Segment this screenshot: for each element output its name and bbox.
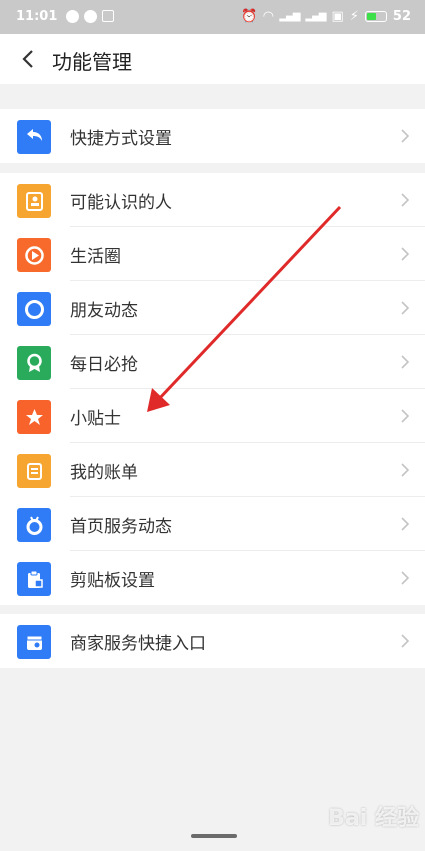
list-item[interactable]: 快捷方式设置 [0, 109, 425, 163]
list-item-label: 我的账单 [70, 463, 138, 483]
list-item[interactable]: 我的账单 [0, 443, 425, 497]
page-title: 功能管理 [52, 50, 132, 74]
chevron-right-icon [401, 129, 410, 143]
battery-percent: 52 [392, 9, 411, 24]
tips-icon [17, 400, 51, 434]
image-icon [102, 10, 114, 22]
notification-icons [66, 10, 114, 23]
chevron-right-icon [401, 193, 410, 207]
alarm-icon: ⏰ [241, 9, 258, 24]
chevron-right-icon [401, 517, 410, 531]
header: 功能管理 [0, 34, 425, 84]
daily-deal-icon [17, 346, 51, 380]
settings-group: 可能认识的人 生活圈朋友动态每日必抢小贴士我的账单首页服务动态 剪贴板设置 [0, 173, 425, 605]
system-icons: ⏰ ◠ ▂▄▆ ▂▄▆ ▣ ⚡ 52 [241, 9, 411, 24]
life-circle-icon [17, 238, 51, 272]
contact-card-icon [17, 184, 51, 218]
list-item[interactable]: 剪贴板设置 [0, 551, 425, 605]
home-indicator[interactable] [191, 834, 237, 838]
friends-moments-icon [17, 292, 51, 326]
wifi-icon: ◠ [263, 9, 274, 24]
chevron-right-icon [401, 301, 410, 315]
status-time: 11:01 [16, 9, 58, 24]
status-bar: 11:01 ⏰ ◠ ▂▄▆ ▂▄▆ ▣ ⚡ 52 [0, 0, 425, 34]
settings-group: 商家服务快捷入口 [0, 614, 425, 668]
list-item-label: 首页服务动态 [70, 517, 172, 537]
back-arrow-icon[interactable] [19, 49, 39, 69]
clipboard-icon [17, 562, 51, 596]
settings-group: 快捷方式设置 [0, 109, 425, 163]
list-item-label: 小贴士 [70, 409, 121, 429]
list-item[interactable]: 每日必抢 [0, 335, 425, 389]
signal-2-icon: ▂▄▆ [305, 11, 326, 22]
chevron-right-icon [401, 409, 410, 423]
home-service-icon [17, 508, 51, 542]
app-notification-icon [84, 10, 97, 23]
list-item[interactable]: 生活圈 [0, 227, 425, 281]
shortcut-icon [17, 120, 51, 154]
list-item[interactable]: 小贴士 [0, 389, 425, 443]
charging-icon: ⚡ [349, 9, 359, 24]
list-item-label: 生活圈 [70, 247, 121, 267]
list-item[interactable]: 朋友动态 [0, 281, 425, 335]
battery-icon [364, 11, 387, 22]
chevron-right-icon [401, 463, 410, 477]
chevron-right-icon [401, 634, 410, 648]
nfc-icon: ▣ [331, 9, 344, 24]
list-item[interactable]: 首页服务动态 [0, 497, 425, 551]
list-item-label: 每日必抢 [70, 355, 138, 375]
watermark: Bai 经验 [328, 806, 419, 831]
merchant-service-icon [17, 625, 51, 659]
signal-icon: ▂▄▆ [279, 11, 300, 22]
list-item-label: 朋友动态 [70, 301, 138, 321]
bill-icon [17, 454, 51, 488]
message-icon [66, 10, 79, 23]
list-item-label: 剪贴板设置 [70, 571, 155, 591]
chevron-right-icon [401, 571, 410, 585]
list-item-label: 商家服务快捷入口 [70, 634, 206, 654]
list-item[interactable]: 商家服务快捷入口 [0, 614, 425, 668]
chevron-right-icon [401, 355, 410, 369]
list-item-label: 快捷方式设置 [70, 129, 172, 149]
list-item-label: 可能认识的人 [70, 193, 172, 213]
list-item[interactable]: 可能认识的人 [0, 173, 425, 227]
chevron-right-icon [401, 247, 410, 261]
